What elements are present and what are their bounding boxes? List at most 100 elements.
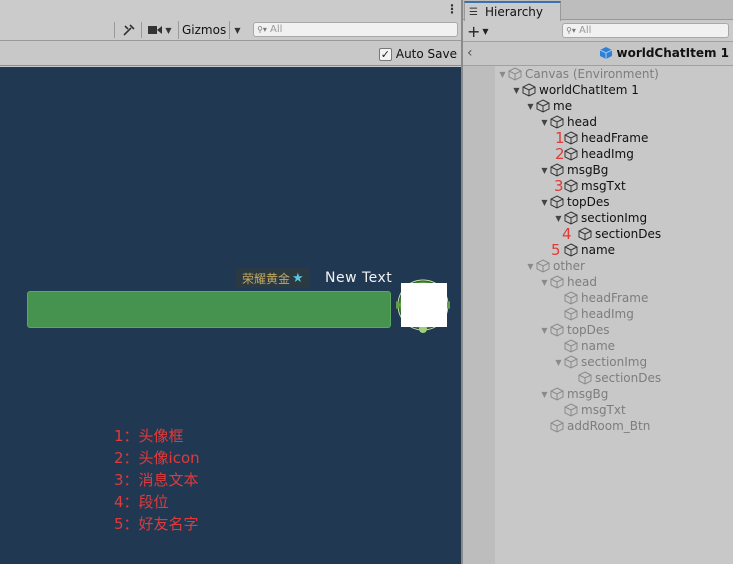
prefab-title: worldChatItem 1 xyxy=(599,46,729,60)
auto-save-checkbox[interactable]: ✓ xyxy=(378,47,392,61)
gizmos-dropdown[interactable]: Gizmos ▼ xyxy=(178,21,245,39)
expand-arrow-icon[interactable]: ▼ xyxy=(539,198,550,207)
expand-arrow-icon[interactable]: ▼ xyxy=(497,70,508,79)
expand-arrow-icon[interactable]: ▼ xyxy=(539,326,550,335)
expand-arrow-icon[interactable]: ▼ xyxy=(539,118,550,127)
tree-item-label: headImg xyxy=(581,147,634,161)
legend-item: 2：头像icon xyxy=(114,449,200,467)
toolbar-divider xyxy=(141,22,142,38)
hierarchy-tree: ▼ Canvas (Environment) ▼ worldChatItem 1… xyxy=(495,66,733,564)
expand-arrow-icon[interactable]: ▼ xyxy=(539,278,550,287)
legend-item: 4：段位 xyxy=(114,493,169,511)
expand-arrow-icon[interactable]: ▼ xyxy=(539,390,550,399)
tree-item-other-sectionimg[interactable]: ▼ sectionImg xyxy=(553,354,647,370)
scene-menu-icon[interactable]: ⋮ xyxy=(446,3,458,15)
tree-item-label: topDes xyxy=(567,195,610,209)
tools-wrench-icon[interactable] xyxy=(118,21,140,39)
hierarchy-search-input[interactable]: ⚲▾ All xyxy=(562,23,729,38)
scene-search-input[interactable]: ⚲▾ All xyxy=(253,22,458,37)
gizmos-dropdown-arrow[interactable]: ▼ xyxy=(229,21,245,39)
legend-item: 1：头像框 xyxy=(114,427,184,445)
toolbar-divider xyxy=(114,22,115,38)
scene-viewport[interactable]: 荣耀黄金 ★ New Text 1：头像框 2：头像icon 3：消息文本 4：… xyxy=(0,67,461,564)
chevron-down-icon: ▼ xyxy=(165,25,172,35)
annotation-marker: 3 xyxy=(554,177,564,195)
hierarchy-list-icon: ☰ xyxy=(469,6,478,18)
gameobject-cube-icon xyxy=(550,195,564,209)
back-arrow-icon[interactable]: ‹ xyxy=(467,45,473,61)
tree-item-other-name[interactable]: name xyxy=(564,338,615,354)
gameobject-cube-icon xyxy=(564,403,578,417)
tree-item-msgtxt[interactable]: msgTxt xyxy=(564,178,626,194)
gameobject-cube-icon xyxy=(564,243,578,257)
tree-item-label: head xyxy=(567,115,597,129)
tree-item-other-headimg[interactable]: headImg xyxy=(564,306,634,322)
tree-item-label: msgTxt xyxy=(581,403,626,417)
gameobject-cube-icon xyxy=(550,275,564,289)
expand-arrow-icon[interactable]: ▼ xyxy=(553,358,564,367)
tree-item-name[interactable]: name xyxy=(564,242,615,258)
gameobject-cube-icon xyxy=(564,211,578,225)
tree-item-label: sectionDes xyxy=(595,371,662,385)
tree-item-label: sectionImg xyxy=(581,211,648,225)
tree-item-other-msgbg[interactable]: ▼ msgBg xyxy=(539,386,608,402)
hierarchy-search-placeholder: All xyxy=(579,25,592,36)
hierarchy-gutter xyxy=(463,66,495,564)
expand-arrow-icon[interactable]: ▼ xyxy=(539,166,550,175)
gameobject-cube-icon xyxy=(508,67,522,81)
tree-item-label: addRoom_Btn xyxy=(567,419,651,433)
scene-search-placeholder: All xyxy=(270,24,283,35)
tab-hierarchy[interactable]: ☰ Hierarchy xyxy=(464,1,561,21)
gameobject-cube-icon xyxy=(578,371,592,385)
scene-panel: ⋮ ▼ Gizmos ▼ ⚲▾ All ✓ Auto Save 荣耀黄金 ★ N… xyxy=(0,0,461,564)
tree-item-label: Canvas (Environment) xyxy=(525,67,659,81)
tree-item-other-msgtxt[interactable]: msgTxt xyxy=(564,402,626,418)
expand-arrow-icon[interactable]: ▼ xyxy=(525,262,536,271)
tree-item-headframe[interactable]: headFrame xyxy=(564,130,648,146)
gameobject-cube-icon xyxy=(564,291,578,305)
hierarchy-toolbar: + ▼ ⚲▾ All xyxy=(463,21,733,42)
tree-item-canvas-environment[interactable]: ▼ Canvas (Environment) xyxy=(497,66,659,82)
scene-tab-bar: ⋮ xyxy=(0,0,461,20)
tree-item-label: sectionDes xyxy=(595,227,662,241)
gameobject-cube-icon xyxy=(536,99,550,113)
section-badge: 荣耀黄金 ★ xyxy=(236,268,310,288)
tree-item-sectionimg[interactable]: ▼ sectionImg xyxy=(553,210,647,226)
tree-item-label: name xyxy=(581,243,616,257)
tree-item-label: me xyxy=(553,99,573,113)
tree-item-label: headFrame xyxy=(581,131,649,145)
hierarchy-tab-label: Hierarchy xyxy=(485,5,544,19)
annotation-marker: 5 xyxy=(551,241,561,259)
tree-item-msgbg[interactable]: ▼ msgBg xyxy=(539,162,608,178)
tree-item-label: sectionImg xyxy=(581,355,648,369)
tree-item-topdes[interactable]: ▼ topDes xyxy=(539,194,610,210)
tree-item-other-headframe[interactable]: headFrame xyxy=(564,290,648,306)
tree-item-other-sectiondes[interactable]: sectionDes xyxy=(578,370,661,386)
annotation-marker: 4 xyxy=(562,225,572,243)
tree-item-me[interactable]: ▼ me xyxy=(525,98,572,114)
expand-arrow-icon[interactable]: ▼ xyxy=(525,102,536,111)
gameobject-cube-icon xyxy=(550,323,564,337)
tree-item-label: head xyxy=(567,275,597,289)
expand-arrow-icon[interactable]: ▼ xyxy=(511,86,522,95)
camera-dropdown[interactable]: ▼ xyxy=(144,21,176,39)
chevron-down-icon: ▼ xyxy=(482,26,489,36)
gameobject-cube-icon xyxy=(564,147,578,161)
camera-icon xyxy=(148,26,163,34)
tree-item-other[interactable]: ▼ other xyxy=(525,258,585,274)
tree-item-sectiondes[interactable]: sectionDes xyxy=(578,226,661,242)
auto-save-toggle[interactable]: ✓ Auto Save xyxy=(378,46,457,62)
tree-item-head[interactable]: ▼ head xyxy=(539,114,597,130)
tree-item-other-topdes[interactable]: ▼ topDes xyxy=(539,322,609,338)
tree-item-addroom-btn[interactable]: addRoom_Btn xyxy=(550,418,650,434)
legend-item: 3：消息文本 xyxy=(114,471,199,489)
gameobject-cube-icon xyxy=(564,307,578,321)
create-add-button[interactable]: + ▼ xyxy=(467,22,489,41)
gameobject-cube-icon xyxy=(564,179,578,193)
section-star-icon: ★ xyxy=(292,270,304,286)
tree-item-other-head[interactable]: ▼ head xyxy=(539,274,597,290)
expand-arrow-icon[interactable]: ▼ xyxy=(553,214,564,223)
tree-item-worldchatitem[interactable]: ▼ worldChatItem 1 xyxy=(511,82,638,98)
tree-item-headimg[interactable]: headImg xyxy=(564,146,634,162)
message-bubble xyxy=(27,291,391,328)
